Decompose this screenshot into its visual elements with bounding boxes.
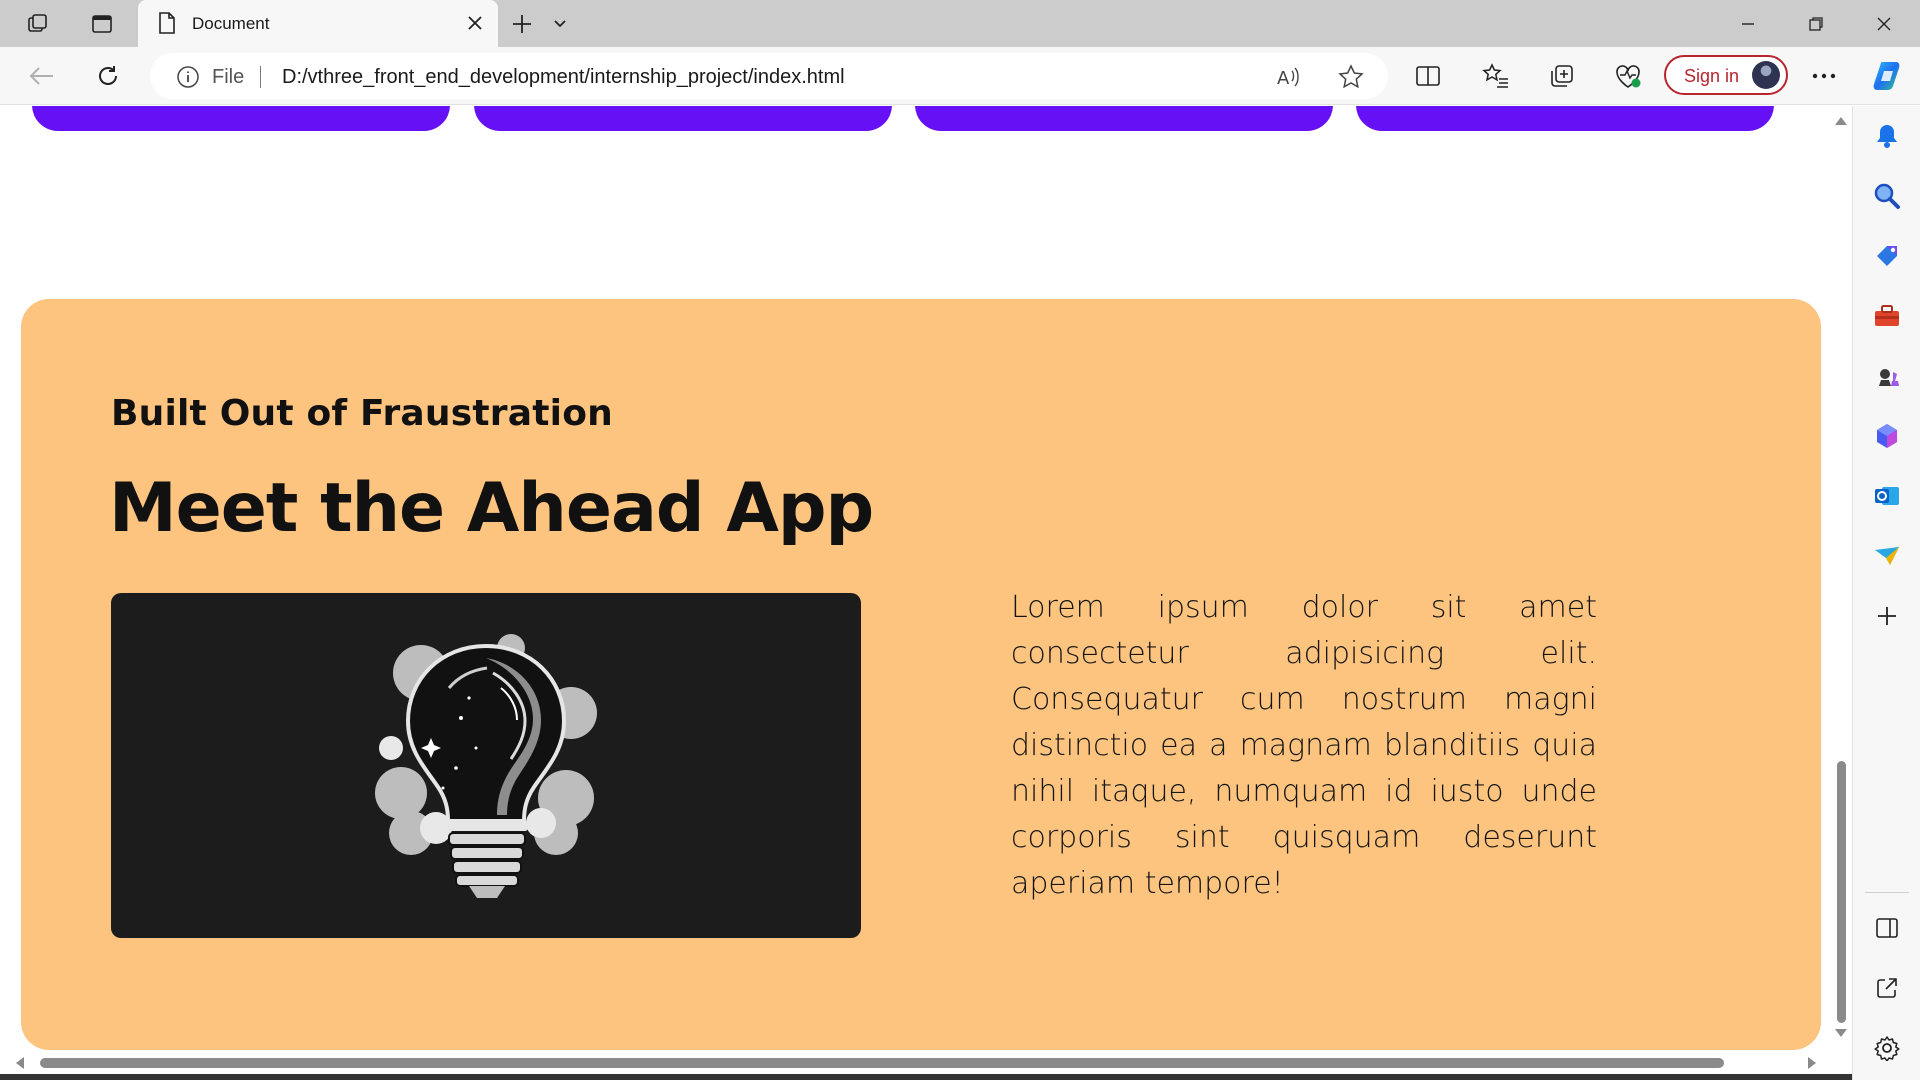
section-headline: Meet the Ahead App: [109, 469, 874, 548]
edge-sidebar: [1852, 106, 1920, 1080]
sign-in-button[interactable]: Sign in: [1664, 55, 1788, 95]
collections-icon[interactable]: [1542, 58, 1582, 94]
workspaces-icon[interactable]: [18, 8, 58, 40]
tag-icon[interactable]: [1871, 240, 1903, 272]
favorites-list-icon[interactable]: [1476, 58, 1516, 94]
svg-text:A: A: [1277, 68, 1290, 89]
minimize-icon[interactable]: [1714, 0, 1782, 47]
section-body-text: Lorem ipsum dolor sit amet consectetur a…: [1011, 590, 1597, 901]
browser-tab[interactable]: Document: [138, 0, 498, 47]
external-link-icon[interactable]: [1871, 972, 1903, 1004]
feature-button-2[interactable]: [474, 106, 892, 131]
restore-icon[interactable]: [1782, 0, 1850, 47]
sign-in-label: Sign in: [1684, 66, 1740, 86]
vertical-scroll-thumb[interactable]: [1837, 761, 1846, 1023]
scroll-left-arrow-icon[interactable]: [16, 1057, 24, 1069]
scroll-right-arrow-icon[interactable]: [1808, 1057, 1816, 1069]
scheme-label: File: [212, 66, 245, 88]
light-bulb-illustration: [375, 634, 597, 898]
sidebar-divider: [1865, 892, 1909, 893]
vertical-scrollbar[interactable]: [1830, 106, 1852, 1054]
info-icon[interactable]: [176, 65, 200, 93]
close-tab-icon[interactable]: [464, 12, 486, 34]
vertical-tabs-icon[interactable]: [82, 8, 122, 40]
title-bar: Document: [0, 0, 1920, 47]
feature-button-4[interactable]: [1356, 106, 1774, 131]
refresh-icon[interactable]: [88, 58, 128, 94]
section-eyebrow: Built Out of Fraustration: [111, 393, 613, 434]
tab-title: Document: [192, 14, 270, 33]
toolbox-icon[interactable]: [1871, 300, 1903, 332]
address-bar[interactable]: File D:/vthree_front_end_development/int…: [150, 53, 1388, 99]
avatar: [1752, 61, 1780, 89]
url-text[interactable]: D:/vthree_front_end_development/internsh…: [282, 66, 845, 89]
read-aloud-icon[interactable]: A: [1276, 65, 1302, 93]
horizontal-scrollbar[interactable]: [0, 1052, 1830, 1074]
back-arrow-icon[interactable]: [22, 58, 62, 94]
about-section-card: Built Out of Fraustration Meet the Ahead…: [21, 299, 1821, 1050]
scroll-up-arrow-icon[interactable]: [1835, 117, 1847, 125]
address-separator: [260, 66, 261, 88]
more-options-icon[interactable]: [1804, 58, 1844, 94]
copilot-icon[interactable]: [1866, 55, 1910, 97]
settings-icon[interactable]: [1871, 1032, 1903, 1064]
search-icon[interactable]: [1871, 180, 1903, 212]
scroll-down-arrow-icon[interactable]: [1835, 1029, 1847, 1037]
favorite-star-icon[interactable]: [1338, 64, 1364, 94]
feature-button-1[interactable]: [32, 106, 450, 131]
outlook-icon[interactable]: [1871, 480, 1903, 512]
split-panel-icon[interactable]: [1871, 912, 1903, 944]
chess-icon[interactable]: [1871, 360, 1903, 392]
window-bottom-edge: [0, 1074, 1852, 1080]
page-viewport: Built Out of Fraustration Meet the Ahead…: [0, 106, 1830, 1054]
hero-image: [111, 593, 861, 938]
send-icon[interactable]: [1871, 540, 1903, 572]
office-icon[interactable]: [1871, 420, 1903, 452]
close-window-icon[interactable]: [1850, 0, 1918, 47]
horizontal-scroll-thumb[interactable]: [40, 1058, 1724, 1068]
browser-essentials-icon[interactable]: [1608, 58, 1648, 94]
page-icon: [158, 12, 176, 38]
add-icon[interactable]: [1871, 600, 1903, 632]
bell-icon[interactable]: [1871, 120, 1903, 152]
tab-actions-chevron-icon[interactable]: [540, 8, 580, 40]
new-tab-icon[interactable]: [502, 8, 542, 40]
feature-button-3[interactable]: [915, 106, 1333, 131]
navigation-bar: File D:/vthree_front_end_development/int…: [0, 47, 1920, 105]
split-screen-icon[interactable]: [1408, 58, 1448, 94]
